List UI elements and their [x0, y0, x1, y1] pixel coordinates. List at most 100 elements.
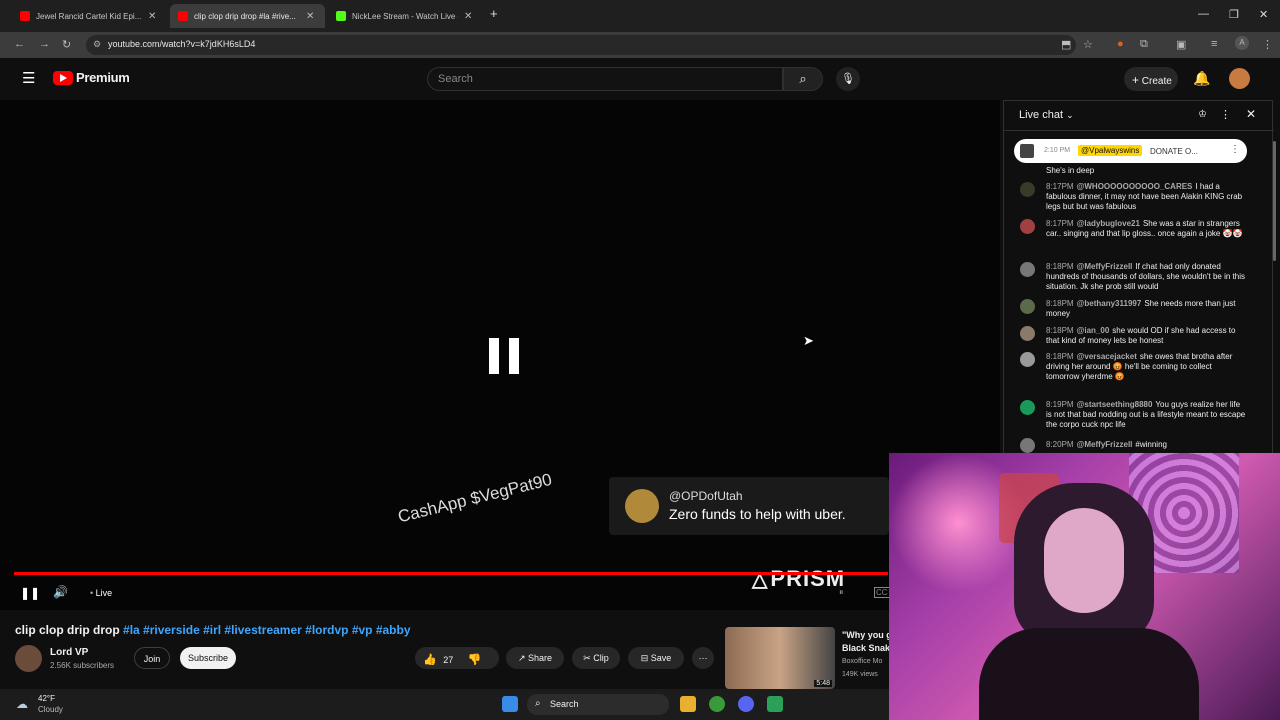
notifications-bell-icon[interactable]: 🔔	[1193, 70, 1210, 87]
url-text: youtube.com/watch?v=k7jdKH6sLD4	[108, 39, 256, 49]
pinned-user: @Vpalwayswins	[1078, 145, 1143, 156]
chat-avatar	[1020, 400, 1035, 415]
close-tab-icon[interactable]: ✕	[148, 11, 156, 22]
close-window-icon[interactable]: ✕	[1259, 8, 1268, 21]
pinned-avatar	[1020, 144, 1034, 158]
pause-button-icon[interactable]: ❚❚	[20, 586, 40, 600]
chat-scrollbar[interactable]	[1273, 141, 1276, 261]
hamburger-menu-icon[interactable]: ☰	[22, 69, 35, 87]
video-hashtags[interactable]: #la #riverside #irl #livestreamer #lordv…	[123, 623, 411, 637]
close-tab-icon[interactable]: ✕	[464, 11, 472, 22]
chrome-icon[interactable]	[709, 696, 725, 712]
discord-icon[interactable]	[738, 696, 754, 712]
autoplay-toggle-icon[interactable]: ⏸	[839, 587, 844, 598]
maximize-icon[interactable]: ❐	[1229, 8, 1239, 21]
tab-title: Jewel Rancid Cartel Kid Epi...	[36, 11, 142, 21]
site-info-icon[interactable]: ⚙	[93, 39, 101, 50]
channel-avatar[interactable]	[15, 645, 42, 672]
extension-icon[interactable]: ●	[1117, 38, 1124, 50]
mouse-cursor-icon: ➤	[803, 333, 814, 348]
pause-overlay-icon[interactable]	[489, 338, 519, 374]
file-explorer-icon[interactable]	[680, 696, 696, 712]
more-actions-button[interactable]: ⋯	[692, 647, 714, 669]
recommended-video-thumbnail[interactable]: 5:48	[725, 627, 835, 689]
weather-condition[interactable]: Cloudy	[38, 705, 63, 714]
create-button[interactable]: + Create	[1124, 67, 1178, 91]
like-count: 27	[443, 655, 454, 665]
chat-menu-icon[interactable]: ⋮	[1220, 108, 1231, 121]
share-button[interactable]: ↗ Share	[506, 647, 564, 669]
chat-message: She's in deep	[1046, 166, 1095, 175]
browser-tab[interactable]: NickLee Stream - Watch Live o... ✕	[328, 4, 483, 28]
bookmark-icon: ⊟	[640, 653, 649, 663]
chat-avatar	[1020, 352, 1035, 367]
recommended-views: 149K views	[842, 671, 878, 678]
donation-alert: @OPDofUtah Zero funds to help with uber.	[609, 477, 889, 535]
chat-message: 8:20PM @MeffyFrizzell #winning	[1046, 440, 1167, 449]
new-tab-button[interactable]: +	[490, 6, 498, 21]
install-app-icon[interactable]: ⬒	[1061, 38, 1071, 51]
recommended-title[interactable]: "Why you g	[842, 630, 892, 640]
pinned-time: 2:10 PM	[1044, 147, 1071, 154]
search-input[interactable]: Search	[427, 67, 783, 91]
save-button[interactable]: ⊟ Save	[628, 647, 684, 669]
donor-name: @OPDofUtah	[669, 489, 743, 503]
chat-avatar	[1020, 182, 1035, 197]
create-label: Create	[1141, 76, 1172, 87]
plus-icon: +	[1132, 73, 1140, 87]
live-chat-panel: Live chat ⌄ ♔ ⋮ ✕ 2:10 PM @Vpalwayswins …	[1003, 100, 1276, 456]
chat-message: 8:18PM @ian_00 she would OD if she had acc…	[1046, 326, 1236, 345]
temperature[interactable]: 42°F	[38, 694, 55, 703]
app-icon[interactable]	[767, 696, 783, 712]
channel-name[interactable]: Lord VP	[50, 647, 88, 658]
chat-avatar	[1020, 219, 1035, 234]
dislike-icon[interactable]: 👎	[468, 654, 482, 666]
extensions-puzzle-icon[interactable]: ⧉	[1140, 38, 1148, 51]
back-icon[interactable]: ←	[14, 38, 25, 50]
live-chat-title[interactable]: Live chat	[1019, 109, 1063, 121]
browser-tab-active[interactable]: clip clop drip drop #la #rive... ✕	[170, 4, 325, 28]
kick-favicon-icon	[336, 11, 346, 21]
clip-button[interactable]: ✂ Clip	[572, 647, 620, 669]
minimize-icon[interactable]: —	[1198, 8, 1209, 20]
subscribe-button[interactable]: Subscribe	[180, 647, 236, 669]
taskbar-search[interactable]: ⌕ Search	[527, 694, 669, 715]
youtube-logo[interactable]: Premium	[53, 70, 130, 85]
crown-icon[interactable]: ♔	[1198, 109, 1207, 120]
browser-tab-bar: Jewel Rancid Cartel Kid Epi... ✕ clip cl…	[0, 0, 1280, 32]
captions-icon[interactable]: CC	[874, 587, 890, 598]
side-panel-icon[interactable]: ▣	[1176, 38, 1186, 51]
tab-title: NickLee Stream - Watch Live o...	[352, 11, 458, 21]
tab-title: clip clop drip drop #la #rive...	[194, 11, 296, 21]
profile-avatar[interactable]: A	[1235, 36, 1249, 50]
close-tab-icon[interactable]: ✕	[306, 11, 314, 22]
recommended-title-line2[interactable]: Black Snak	[842, 643, 890, 653]
premium-logo-text: Premium	[76, 70, 130, 85]
video-title: clip clop drip drop #la #riverside #irl …	[15, 623, 411, 637]
join-button[interactable]: Join	[134, 647, 170, 669]
pinned-menu-icon[interactable]: ⋮	[1230, 144, 1240, 155]
address-bar[interactable]: ⚙ youtube.com/watch?v=k7jdKH6sLD4	[86, 35, 1076, 55]
forward-icon[interactable]: →	[39, 38, 50, 50]
windows-start-icon[interactable]	[502, 696, 518, 712]
chevron-down-icon[interactable]: ⌄	[1066, 110, 1074, 120]
pinned-message[interactable]: 2:10 PM @Vpalwayswins DONATE O... ⋮	[1014, 139, 1247, 163]
search-button[interactable]: ⌕	[783, 67, 823, 91]
close-chat-icon[interactable]: ✕	[1246, 107, 1256, 121]
browser-tab[interactable]: Jewel Rancid Cartel Kid Epi... ✕	[12, 4, 167, 28]
reload-icon[interactable]: ↻	[62, 38, 71, 51]
live-indicator[interactable]: • Live	[90, 588, 112, 598]
weather-icon: ☁	[16, 697, 28, 711]
browser-menu-icon[interactable]: ⋮	[1262, 38, 1273, 51]
account-avatar[interactable]	[1229, 68, 1250, 89]
bookmark-star-icon[interactable]: ☆	[1083, 38, 1093, 51]
voice-search-button[interactable]: 🎙	[836, 67, 860, 91]
microphone-icon: 🎙	[841, 73, 855, 85]
like-icon[interactable]: 👍	[423, 654, 437, 666]
recommended-channel: Boxoffice Mo	[842, 658, 883, 665]
webcam-overlay	[889, 453, 1280, 720]
media-controls-icon[interactable]: ≡	[1211, 38, 1217, 50]
video-progress-bar[interactable]	[14, 572, 888, 575]
volume-icon[interactable]: 🔊	[53, 585, 68, 599]
live-chat-header: Live chat ⌄ ♔ ⋮ ✕	[1004, 101, 1274, 131]
